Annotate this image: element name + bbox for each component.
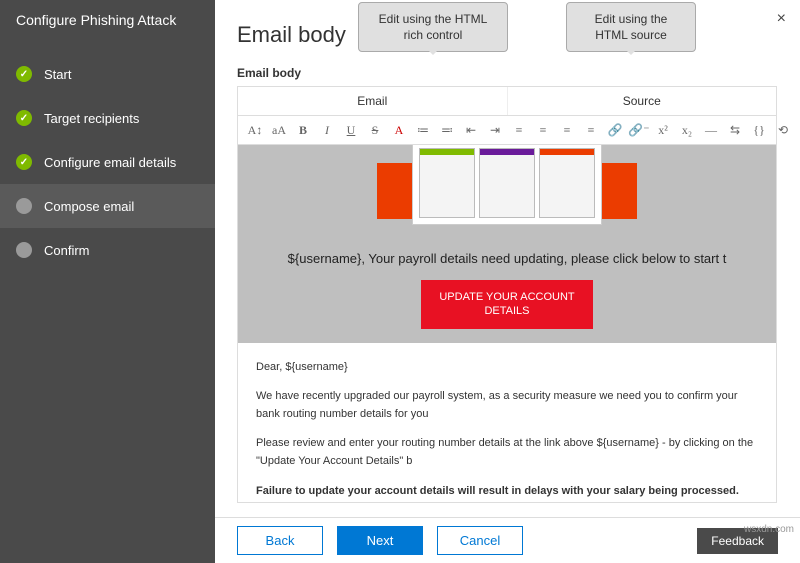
superscript-icon[interactable]: x² — [656, 122, 670, 138]
attribution-text: wsxdn.com — [744, 524, 794, 535]
step-confirm[interactable]: Confirm — [0, 228, 215, 272]
wizard-footer: Back Next Cancel Feedback — [215, 517, 800, 563]
font-case-icon[interactable]: aA — [272, 122, 286, 138]
next-button[interactable]: Next — [337, 526, 423, 555]
horizontal-rule-icon[interactable]: — — [704, 122, 718, 138]
rich-text-toolbar: A↕ aA B I U S A ≔ ≕ ⇤ ⇥ ≡ ≡ ≡ ≡ 🔗 🔗⁻ x² … — [237, 115, 777, 145]
check-icon: ✓ — [16, 154, 32, 170]
align-justify-icon[interactable]: ≡ — [584, 122, 598, 138]
cta-line2: DETAILS — [484, 305, 529, 317]
strikethrough-icon[interactable]: S — [368, 122, 382, 138]
outdent-icon[interactable]: ⇤ — [464, 122, 478, 138]
subscript-icon[interactable]: x₂ — [680, 122, 694, 138]
callout-rich-control: Edit using the HTML rich control — [358, 2, 508, 52]
wizard-sidebar: Configure Phishing Attack ✓ Start ✓ Targ… — [0, 0, 215, 563]
italic-icon[interactable]: I — [320, 122, 334, 138]
email-body-text[interactable]: Dear, ${username} We have recently upgra… — [238, 343, 776, 503]
circle-icon — [16, 198, 32, 214]
link-icon[interactable]: 🔗 — [608, 122, 622, 138]
underline-icon[interactable]: U — [344, 122, 358, 138]
insert-variable-icon[interactable]: {} — [752, 122, 766, 138]
step-configure-email-details[interactable]: ✓ Configure email details — [0, 140, 215, 184]
email-paragraph-2: Please review and enter your routing num… — [256, 435, 758, 470]
cancel-button[interactable]: Cancel — [437, 526, 523, 555]
step-label: Compose email — [44, 199, 134, 214]
hero-devices-image — [412, 145, 602, 225]
step-label: Target recipients — [44, 111, 139, 126]
back-button[interactable]: Back — [237, 526, 323, 555]
step-start[interactable]: ✓ Start — [0, 52, 215, 96]
email-body-label: Email body — [215, 58, 800, 86]
editor-tabs: Email Source — [237, 86, 777, 115]
email-greeting: Dear, ${username} — [256, 359, 758, 377]
direction-icon[interactable]: ⇆ — [728, 122, 742, 138]
hero-caption: ${username}, Your payroll details need u… — [238, 251, 776, 266]
bold-icon[interactable]: B — [296, 122, 310, 138]
unlink-icon[interactable]: 🔗⁻ — [632, 122, 646, 138]
step-label: Start — [44, 67, 71, 82]
callout-html-source: Edit using the HTML source — [566, 2, 696, 52]
tab-source[interactable]: Source — [508, 87, 777, 115]
email-paragraph-3: Failure to update your account details w… — [256, 483, 758, 503]
step-compose-email[interactable]: Compose email — [0, 184, 215, 228]
check-icon: ✓ — [16, 110, 32, 126]
step-label: Confirm — [44, 243, 90, 258]
email-hero: ${username}, Your payroll details need u… — [238, 145, 776, 343]
check-icon: ✓ — [16, 66, 32, 82]
step-target-recipients[interactable]: ✓ Target recipients — [0, 96, 215, 140]
main-panel: × Email body Email body Email Source A↕ … — [215, 0, 800, 563]
align-center-icon[interactable]: ≡ — [536, 122, 550, 138]
font-color-icon[interactable]: A — [392, 122, 406, 138]
hero-banner — [377, 163, 637, 219]
undo-icon[interactable]: ⟲ — [776, 122, 790, 138]
tab-email[interactable]: Email — [238, 87, 508, 115]
ordered-list-icon[interactable]: ≔ — [416, 122, 430, 138]
font-size-icon[interactable]: A↕ — [248, 122, 262, 138]
step-label: Configure email details — [44, 155, 176, 170]
email-paragraph-1: We have recently upgraded our payroll sy… — [256, 388, 758, 423]
cta-line1: UPDATE YOUR ACCOUNT — [439, 291, 574, 303]
close-icon[interactable]: × — [777, 10, 786, 28]
indent-icon[interactable]: ⇥ — [488, 122, 502, 138]
align-right-icon[interactable]: ≡ — [560, 122, 574, 138]
unordered-list-icon[interactable]: ≕ — [440, 122, 454, 138]
update-account-button[interactable]: UPDATE YOUR ACCOUNT DETAILS — [421, 280, 592, 329]
sidebar-title: Configure Phishing Attack — [0, 12, 215, 52]
email-editor[interactable]: ${username}, Your payroll details need u… — [237, 145, 777, 503]
align-left-icon[interactable]: ≡ — [512, 122, 526, 138]
circle-icon — [16, 242, 32, 258]
